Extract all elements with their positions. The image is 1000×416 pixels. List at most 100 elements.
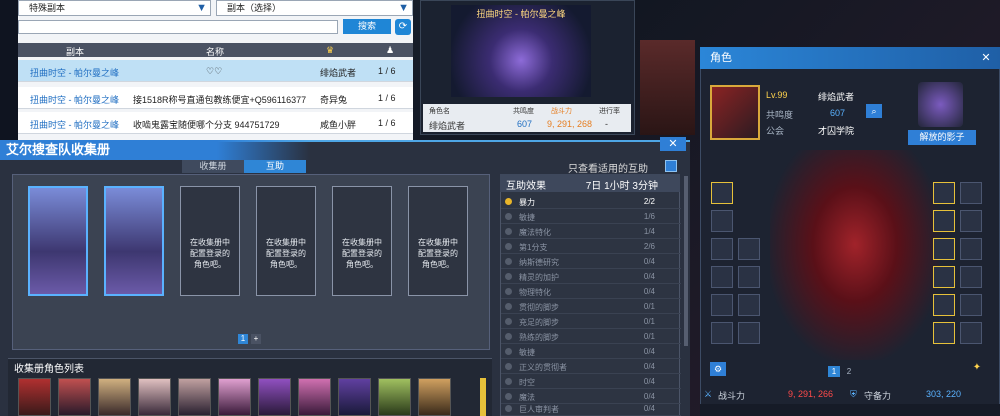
equip-slot[interactable] bbox=[738, 322, 760, 344]
character-thumb[interactable] bbox=[338, 378, 371, 416]
equip-page-2[interactable]: 2 bbox=[843, 366, 855, 377]
effect-status-icon bbox=[505, 258, 512, 265]
effect-name: 敏捷 bbox=[519, 348, 535, 357]
effect-row[interactable]: 敏捷 0/4 bbox=[501, 344, 681, 359]
effect-row[interactable]: 正义的贯彻者 0/4 bbox=[501, 359, 681, 374]
collection-card-filled[interactable] bbox=[104, 186, 164, 296]
equip-slot[interactable] bbox=[711, 182, 733, 204]
equip-slot[interactable] bbox=[933, 238, 955, 260]
equip-slot[interactable] bbox=[933, 210, 955, 232]
effect-row[interactable]: 魔法特化 1/4 bbox=[501, 224, 681, 239]
resonance-value: 607 bbox=[830, 108, 846, 118]
equip-slot[interactable] bbox=[933, 182, 955, 204]
equip-slot[interactable] bbox=[960, 322, 982, 344]
equip-slot[interactable] bbox=[933, 266, 955, 288]
character-thumb[interactable] bbox=[258, 378, 291, 416]
effect-row[interactable]: 巨人审判者 0/4 bbox=[501, 401, 681, 416]
table-row[interactable]: 扭曲时空 - 帕尔曼之峰 ♡♡ 绯焰武者 1 / 6 bbox=[18, 60, 413, 82]
close-icon[interactable]: ✕ bbox=[978, 51, 994, 65]
collection-card-empty[interactable]: 在收集册中配置登录的角色吧。 bbox=[256, 186, 316, 296]
effect-status-icon bbox=[505, 288, 512, 295]
refresh-icon[interactable]: ⟳ bbox=[395, 19, 411, 35]
equip-slot[interactable] bbox=[933, 322, 955, 344]
equip-slot[interactable] bbox=[960, 266, 982, 288]
equip-slot[interactable] bbox=[711, 266, 733, 288]
character-thumb[interactable] bbox=[18, 378, 51, 416]
equip-slot[interactable] bbox=[960, 210, 982, 232]
collection-card-empty[interactable]: 在收集册中配置登录的角色吧。 bbox=[180, 186, 240, 296]
equip-slot[interactable] bbox=[711, 294, 733, 316]
character-thumb[interactable] bbox=[138, 378, 171, 416]
equip-slot[interactable] bbox=[711, 210, 733, 232]
effect-row[interactable]: 贯彻的脚步 0/1 bbox=[501, 299, 681, 314]
equip-slot[interactable] bbox=[711, 238, 733, 260]
sub-dungeon-select-value: 副本（选择） bbox=[227, 3, 282, 13]
effect-value: 0/4 bbox=[643, 404, 655, 413]
effect-row[interactable]: 敏捷 1/6 bbox=[501, 209, 681, 224]
equip-slot[interactable] bbox=[738, 266, 760, 288]
effect-row[interactable]: 熟练的脚步 0/1 bbox=[501, 329, 681, 344]
sub-dungeon-select[interactable]: 副本（选择） ▼ bbox=[216, 0, 413, 16]
tab-mutual[interactable]: 互助 bbox=[244, 160, 306, 173]
equip-page-1[interactable]: 1 bbox=[828, 366, 840, 377]
effect-status-icon bbox=[505, 213, 512, 220]
equip-slot[interactable] bbox=[738, 238, 760, 260]
equip-slot[interactable] bbox=[960, 294, 982, 316]
effect-status-icon bbox=[505, 273, 512, 280]
awaken-image bbox=[918, 82, 963, 127]
character-thumb[interactable] bbox=[218, 378, 251, 416]
effect-value: 0/1 bbox=[643, 332, 655, 341]
dungeon-select[interactable]: 特殊副本 ▼ bbox=[18, 0, 211, 16]
collection-card-empty[interactable]: 在收集册中配置登录的角色吧。 bbox=[408, 186, 468, 296]
character-thumb[interactable] bbox=[298, 378, 331, 416]
collection-card-empty[interactable]: 在收集册中配置登录的角色吧。 bbox=[332, 186, 392, 296]
effect-row[interactable]: 时空 0/4 bbox=[501, 374, 681, 389]
effects-header: 互助效果 7日 1小时 3分钟 bbox=[500, 174, 680, 192]
table-row[interactable]: 扭曲时空 - 帕尔曼之峰 接1518R称号直通包教练便宜+Q596116377 … bbox=[18, 87, 413, 109]
effect-value: 1/6 bbox=[643, 212, 655, 221]
search-input[interactable] bbox=[18, 20, 338, 34]
hint-icon[interactable]: ✦ bbox=[970, 362, 984, 376]
equip-slot[interactable] bbox=[711, 322, 733, 344]
resonance-label: 共鸣度 bbox=[766, 110, 794, 120]
equip-slot[interactable] bbox=[738, 294, 760, 316]
collection-card-filled[interactable] bbox=[28, 186, 88, 296]
col-name: 名称 bbox=[206, 47, 225, 57]
character-header: 角色 bbox=[700, 47, 1000, 69]
search-icon[interactable]: ⌕ bbox=[866, 104, 882, 118]
effect-value: 0/1 bbox=[643, 302, 655, 311]
effect-row[interactable]: 第1分支 2/6 bbox=[501, 239, 681, 254]
effects-scrollbar[interactable] bbox=[684, 176, 688, 346]
equip-slot[interactable] bbox=[933, 294, 955, 316]
only-applicable-label: 只查看适用的互助 bbox=[568, 164, 648, 175]
character-thumb[interactable] bbox=[98, 378, 131, 416]
effect-row[interactable]: 物理特化 0/4 bbox=[501, 284, 681, 299]
settings-icon[interactable]: ⚙ bbox=[710, 362, 726, 376]
only-applicable-checkbox[interactable] bbox=[665, 160, 677, 172]
effect-status-icon bbox=[505, 333, 512, 340]
table-row[interactable]: 扭曲时空 - 帕尔曼之峰 收啮鬼露宝随便哪个分支 944751729 咸鱼小胖 … bbox=[18, 112, 413, 134]
effect-row[interactable]: 纳斯德研究 0/4 bbox=[501, 254, 681, 269]
guard-value: 303, 220 bbox=[926, 389, 962, 399]
effect-value: 0/4 bbox=[643, 377, 655, 386]
equip-slot[interactable] bbox=[960, 238, 982, 260]
list-scrollbar[interactable] bbox=[480, 378, 486, 416]
character-thumb[interactable] bbox=[58, 378, 91, 416]
row-count: 1 / 6 bbox=[378, 118, 396, 128]
row-count: 1 / 6 bbox=[378, 93, 396, 103]
character-thumb[interactable] bbox=[378, 378, 411, 416]
page-button-add[interactable]: + bbox=[251, 334, 261, 344]
equip-slot[interactable] bbox=[960, 182, 982, 204]
character-thumb[interactable] bbox=[418, 378, 451, 416]
preview-row-name: 绯焰武者 bbox=[429, 121, 466, 131]
page-button-1[interactable]: 1 bbox=[238, 334, 248, 344]
close-icon[interactable]: ✕ bbox=[660, 137, 686, 151]
awaken-button[interactable]: 解放的影子 bbox=[908, 130, 976, 145]
character-emblem bbox=[640, 40, 695, 135]
character-thumb[interactable] bbox=[178, 378, 211, 416]
effect-row[interactable]: 精灵的加护 0/4 bbox=[501, 269, 681, 284]
effect-row[interactable]: 充足的脚步 0/1 bbox=[501, 314, 681, 329]
search-button[interactable]: 搜索 bbox=[343, 19, 391, 34]
tab-album[interactable]: 收集册 bbox=[182, 160, 244, 173]
effect-row[interactable]: 暴力 2/2 bbox=[501, 194, 681, 209]
